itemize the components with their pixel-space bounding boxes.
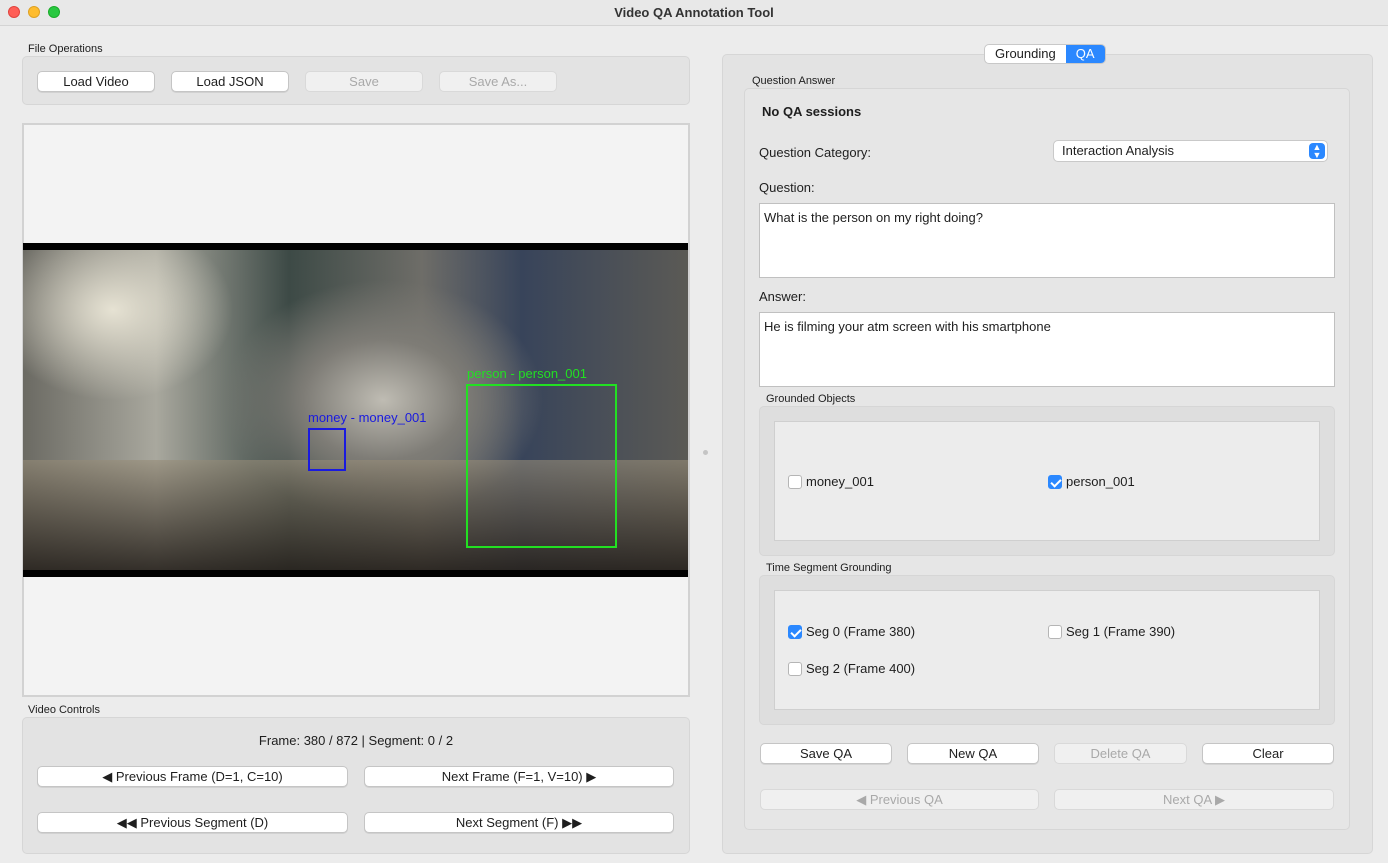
checkbox[interactable] [788, 661, 802, 676]
question-answer-label: Question Answer [752, 75, 836, 87]
money-box-label: money - money_001 [308, 410, 427, 425]
save-qa-button[interactable]: Save QA [760, 743, 892, 764]
chevron-updown-icon: ▲ ▼ [1309, 143, 1325, 160]
segment-1[interactable]: Seg 1 (Frame 390) [1048, 624, 1175, 639]
grounded-object-person[interactable]: person_001 [1048, 474, 1135, 489]
frame-status: Frame: 380 / 872 | Segment: 0 / 2 [258, 733, 454, 748]
segment-2[interactable]: Seg 2 (Frame 400) [788, 661, 915, 676]
grounded-objects-label: Grounded Objects [766, 393, 856, 405]
segment-0[interactable]: Seg 0 (Frame 380) [788, 624, 915, 639]
next-qa-button[interactable]: Next QA ▶ [1054, 789, 1334, 810]
save-button[interactable]: Save [305, 71, 423, 92]
file-operations-label: File Operations [28, 43, 103, 55]
splitter-handle[interactable] [703, 450, 708, 455]
new-qa-button[interactable]: New QA [907, 743, 1039, 764]
checkbox-checked[interactable] [788, 624, 802, 639]
save-as-button[interactable]: Save As... [439, 71, 557, 92]
delete-qa-button[interactable]: Delete QA [1054, 743, 1187, 764]
clear-button[interactable]: Clear [1202, 743, 1334, 764]
previous-segment-button[interactable]: ◀◀ Previous Segment (D) [37, 812, 348, 833]
checkbox[interactable] [788, 474, 802, 489]
tab-bar: Grounding QA [984, 44, 1106, 64]
next-frame-button[interactable]: Next Frame (F=1, V=10) ▶ [364, 766, 674, 787]
load-json-button[interactable]: Load JSON [171, 71, 289, 92]
checkbox[interactable] [1048, 624, 1062, 639]
person-box-label: person - person_001 [467, 366, 587, 381]
session-status: No QA sessions [762, 104, 862, 119]
time-segment-label: Time Segment Grounding [766, 562, 892, 574]
person-bounding-box[interactable] [466, 384, 617, 548]
tab-grounding[interactable]: Grounding [985, 45, 1066, 63]
window-title: Video QA Annotation Tool [614, 5, 774, 20]
title-bar: Video QA Annotation Tool [0, 0, 1388, 26]
video-controls-label: Video Controls [28, 704, 100, 716]
answer-label: Answer: [759, 289, 806, 304]
checkbox-checked[interactable] [1048, 474, 1062, 489]
time-segment-list [774, 590, 1320, 710]
previous-qa-button[interactable]: ◀ Previous QA [760, 789, 1039, 810]
category-label: Question Category: [759, 145, 872, 160]
answer-input[interactable]: He is filming your atm screen with his s… [759, 312, 1335, 387]
grounded-object-money[interactable]: money_001 [788, 474, 874, 489]
category-select-value: Interaction Analysis [1062, 143, 1175, 158]
category-select[interactable]: Interaction Analysis ▲ ▼ [1053, 140, 1328, 162]
question-label: Question: [759, 180, 815, 195]
previous-frame-button[interactable]: ◀ Previous Frame (D=1, C=10) [37, 766, 348, 787]
next-segment-button[interactable]: Next Segment (F) ▶▶ [364, 812, 674, 833]
load-video-button[interactable]: Load Video [37, 71, 155, 92]
question-input[interactable]: What is the person on my right doing? [759, 203, 1335, 278]
money-bounding-box[interactable] [308, 428, 346, 471]
video-frame[interactable]: money - money_001 person - person_001 [23, 243, 688, 577]
tab-qa[interactable]: QA [1065, 45, 1105, 63]
